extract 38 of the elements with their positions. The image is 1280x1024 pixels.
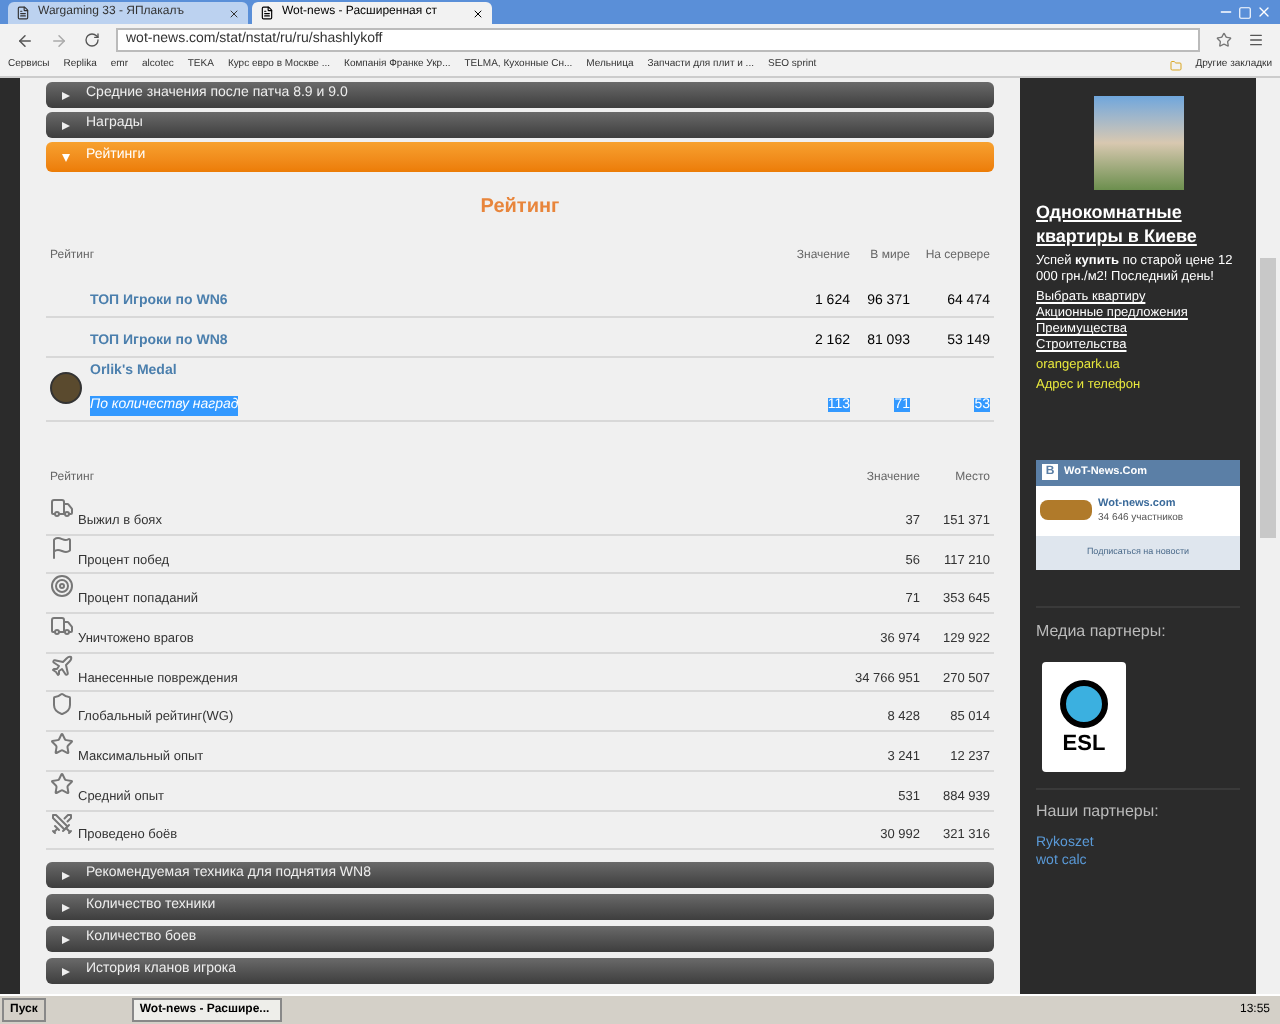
caret-right-icon: [62, 903, 70, 912]
caret-right-icon: [62, 121, 70, 129]
star-icon: [50, 732, 74, 757]
rating-title: Рейтинг: [478, 194, 562, 222]
page-icon: [260, 6, 274, 20]
back-icon[interactable]: [16, 31, 34, 49]
target-icon: [50, 574, 74, 599]
caret-right-icon: [62, 91, 70, 99]
reload-icon[interactable]: [84, 32, 100, 48]
forward-icon[interactable]: [50, 31, 68, 49]
swords-icon: [50, 811, 74, 835]
flag-icon: [50, 535, 74, 560]
menu-icon[interactable]: [1248, 32, 1264, 48]
page-icon: [16, 6, 30, 20]
logo-text: ESL: [1062, 731, 1106, 755]
shield-icon: [50, 692, 74, 717]
close-icon[interactable]: [472, 7, 484, 19]
caret-right-icon: [62, 935, 70, 944]
maximize-icon[interactable]: [1238, 6, 1252, 20]
folder-icon: [1169, 60, 1182, 72]
esl-logo[interactable]: ESL: [1042, 662, 1126, 772]
ad-title: Однокомнатные квартиры в Киеве: [1036, 200, 1199, 248]
photo-placeholder: [1093, 96, 1183, 190]
group-logo: [1040, 500, 1092, 521]
section-heading: Медиа партнеры:: [1036, 620, 1168, 644]
medal-icon: [50, 372, 82, 404]
star-icon: [50, 771, 74, 796]
caret-down-icon: [62, 153, 70, 161]
plane-icon: [50, 653, 74, 678]
truck-icon: [50, 614, 74, 639]
caret-right-icon: [62, 967, 70, 976]
caret-right-icon: [62, 871, 70, 880]
truck-icon: [50, 496, 74, 520]
close-icon[interactable]: [228, 7, 240, 19]
section-heading: Наши партнеры:: [1036, 800, 1161, 824]
esl-emblem-icon: [1060, 679, 1108, 727]
bookmark-star-icon[interactable]: [1216, 32, 1232, 48]
scrollbar[interactable]: [1256, 78, 1280, 994]
